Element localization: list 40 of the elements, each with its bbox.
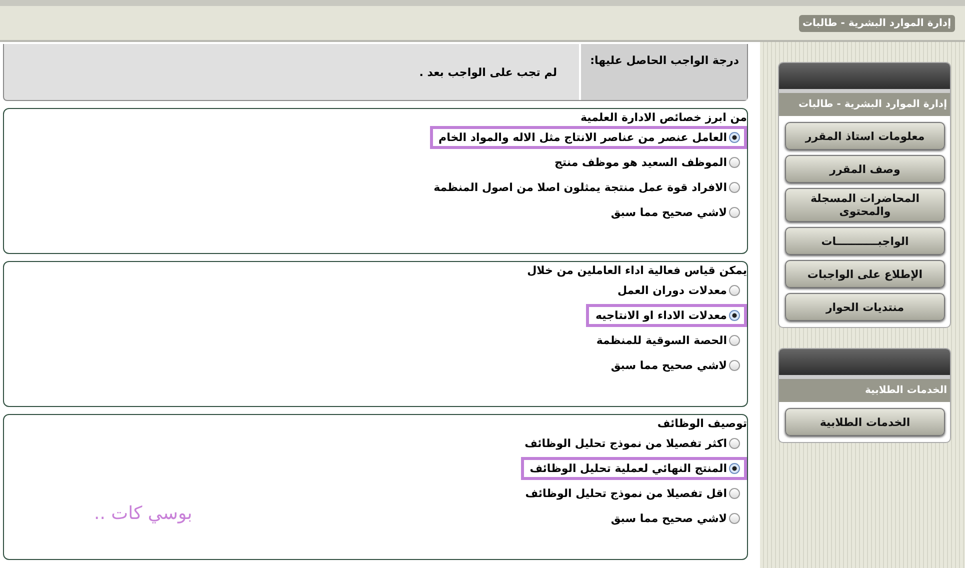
answer-option[interactable]: معدلات الاداء او الانتاجيه bbox=[586, 304, 747, 327]
answer-option[interactable]: العامل عنصر من عناصر الانتاج مثل الاله والمواد الخام bbox=[430, 126, 747, 149]
menu-button[interactable]: معلومات استاذ المقرر bbox=[785, 122, 945, 150]
question-text: من ابرز خصائص الادارة العلمية bbox=[580, 111, 747, 124]
radio-button[interactable] bbox=[729, 360, 740, 371]
answer-option[interactable]: معدلات دوران العمل bbox=[608, 279, 747, 302]
grade-value: لم تجب على الواجب بعد . bbox=[419, 66, 557, 78]
answer-option[interactable]: الموظف السعيد هو موظف منتج bbox=[545, 151, 747, 174]
radio-button[interactable] bbox=[729, 335, 740, 346]
answer-option[interactable]: الحصة السوقية للمنظمة bbox=[587, 329, 747, 352]
menu-button[interactable]: الإطلاع على الواجبات bbox=[785, 260, 945, 288]
radio-button[interactable] bbox=[729, 488, 740, 499]
answer-option[interactable]: لاشي صحيح مما سبق bbox=[602, 507, 747, 530]
grade-label: درجة الواجب الحاصل عليها: bbox=[579, 44, 747, 100]
menu-button[interactable]: الخدمات الطلابية bbox=[785, 408, 945, 436]
menu-button[interactable]: منتديات الحوار bbox=[785, 293, 945, 321]
menu-button[interactable]: الواجبـــــــــــات bbox=[785, 227, 945, 255]
answer-option[interactable]: الافراد قوة عمل منتجة يمثلون اصلا من اصول المنظمة bbox=[424, 176, 747, 199]
question-text: يمكن قياس فعالية اداء العاملين من خلال bbox=[527, 264, 747, 277]
radio-button[interactable] bbox=[729, 310, 740, 321]
answer-option[interactable]: لاشي صحيح مما سبق bbox=[602, 354, 747, 377]
answer-option[interactable]: لاشي صحيح مما سبق bbox=[602, 201, 747, 224]
question-text: توصيف الوظائف bbox=[657, 417, 747, 430]
radio-button[interactable] bbox=[729, 157, 740, 168]
answer-option[interactable]: المنتج النهائي لعملية تحليل الوظائف bbox=[520, 457, 747, 480]
menu-button[interactable]: وصف المقرر bbox=[785, 155, 945, 183]
radio-button[interactable] bbox=[729, 132, 740, 143]
panel-title: الخدمات الطلابية bbox=[779, 379, 950, 402]
radio-button[interactable] bbox=[729, 285, 740, 296]
radio-button[interactable] bbox=[729, 182, 740, 193]
answer-option[interactable]: اقل تفصيلا من نموذج تحليل الوظائف bbox=[516, 482, 747, 505]
radio-button[interactable] bbox=[729, 513, 740, 524]
answer-option[interactable]: اكثر تفصيلا من نموذج تحليل الوظائف bbox=[516, 432, 747, 455]
radio-button[interactable] bbox=[729, 463, 740, 474]
panel-title: إدارة الموارد البشرية - طالبات bbox=[779, 93, 950, 116]
page-title: إدارة الموارد البشرية - طالبات bbox=[798, 14, 955, 32]
menu-button[interactable]: المحاضرات المسجلة والمحتوى bbox=[785, 188, 945, 222]
radio-button[interactable] bbox=[729, 207, 740, 218]
radio-button[interactable] bbox=[729, 438, 740, 449]
signature-text: بوسي كات .. bbox=[94, 503, 192, 524]
